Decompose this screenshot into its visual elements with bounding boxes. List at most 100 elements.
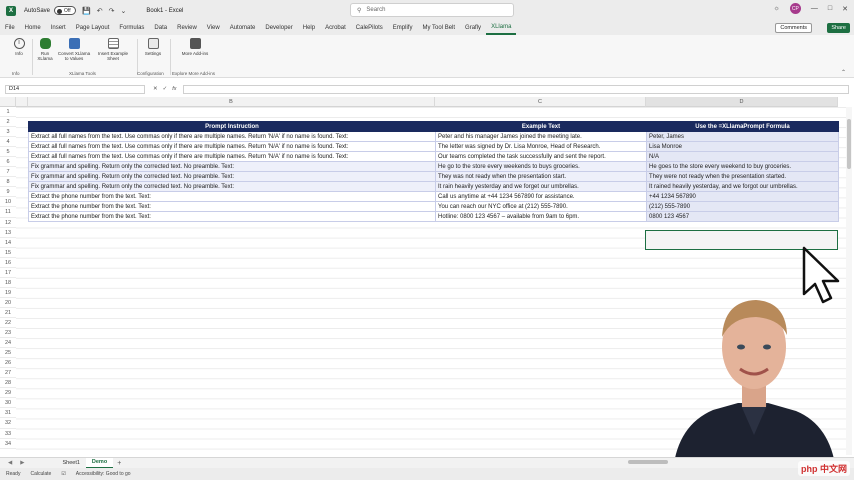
- comments-button[interactable]: Comments: [775, 23, 812, 33]
- name-box[interactable]: D14: [5, 84, 145, 94]
- row-header[interactable]: 8: [0, 177, 16, 188]
- prompt-cell[interactable]: Extract the phone number from the text. …: [28, 201, 436, 213]
- prompt-cell[interactable]: Extract all full names from the text. Us…: [28, 141, 436, 153]
- sheet-tab-sheet1[interactable]: Sheet1: [56, 458, 85, 469]
- row-header[interactable]: 4: [0, 137, 16, 148]
- column-header-b[interactable]: B: [28, 97, 435, 107]
- prompt-cell[interactable]: Extract the phone number from the text. …: [28, 211, 436, 223]
- vertical-scrollbar[interactable]: [846, 107, 852, 455]
- example-cell[interactable]: The letter was signed by Dr. Lisa Monroe…: [435, 141, 647, 153]
- tab-insert[interactable]: Insert: [46, 21, 71, 35]
- row-header[interactable]: 34: [0, 439, 16, 449]
- row-header[interactable]: 19: [0, 288, 16, 298]
- row-header[interactable]: 18: [0, 278, 16, 288]
- tab-my-tool-belt[interactable]: My Tool Belt: [417, 21, 460, 35]
- more-addins-button[interactable]: More Add-ins: [180, 38, 210, 56]
- row-header[interactable]: 33: [0, 429, 16, 439]
- header-formula-result[interactable]: Use the =XLlamaPrompt Formula: [646, 121, 839, 132]
- row-header[interactable]: 10: [0, 197, 16, 208]
- avatar[interactable]: CP: [789, 3, 801, 14]
- row-header[interactable]: 3: [0, 127, 16, 138]
- row-header[interactable]: 15: [0, 248, 16, 258]
- column-header-c[interactable]: C: [435, 97, 646, 107]
- tab-automate[interactable]: Automate: [225, 21, 261, 35]
- tab-page-layout[interactable]: Page Layout: [71, 21, 115, 35]
- row-header[interactable]: 14: [0, 238, 16, 248]
- tab-developer[interactable]: Developer: [260, 21, 297, 35]
- search-box[interactable]: ⚲ Search: [350, 3, 514, 17]
- settings-button[interactable]: Settings: [141, 38, 165, 56]
- tab-xllama[interactable]: XLlama: [486, 21, 517, 35]
- status-accessibility[interactable]: Accessibility: Good to go: [76, 471, 131, 477]
- column-header-a[interactable]: [16, 97, 28, 107]
- row-header[interactable]: 21: [0, 308, 16, 318]
- undo-icon[interactable]: ↶: [97, 7, 103, 15]
- row-header[interactable]: 32: [0, 418, 16, 429]
- minimize-icon[interactable]: —: [811, 5, 818, 12]
- row-header[interactable]: 16: [0, 258, 16, 268]
- tab-formulas[interactable]: Formulas: [114, 21, 149, 35]
- row-header[interactable]: 25: [0, 348, 16, 359]
- row-header[interactable]: 30: [0, 398, 16, 409]
- status-calculate[interactable]: Calculate: [30, 471, 51, 477]
- save-icon[interactable]: 💾: [82, 7, 91, 15]
- convert-xllama-button[interactable]: Convert XLlama to Values: [57, 38, 91, 62]
- close-icon[interactable]: ✕: [842, 5, 848, 13]
- header-example-text[interactable]: Example Text: [435, 121, 647, 132]
- prompt-cell[interactable]: Fix grammar and spelling. Return only th…: [28, 161, 436, 173]
- row-header[interactable]: 12: [0, 218, 16, 228]
- next-sheet-icon[interactable]: ▶: [20, 460, 24, 466]
- autosave-toggle[interactable]: Off: [54, 6, 77, 15]
- row-header[interactable]: 5: [0, 147, 16, 158]
- example-cell[interactable]: Call us anytime at +44 1234 567890 for a…: [435, 191, 647, 203]
- formula-input[interactable]: [182, 84, 849, 94]
- prompt-cell[interactable]: Fix grammar and spelling. Return only th…: [28, 181, 436, 193]
- lightbulb-icon[interactable]: ☼: [773, 5, 779, 12]
- tab-calepilots[interactable]: CalePilots: [351, 21, 388, 35]
- tab-home[interactable]: Home: [20, 21, 46, 35]
- example-cell[interactable]: Hotline: 0800 123 4567 – available from …: [435, 211, 647, 223]
- info-button[interactable]: i Info: [10, 38, 28, 56]
- row-header[interactable]: 7: [0, 167, 16, 178]
- vertical-scroll-thumb[interactable]: [847, 119, 851, 169]
- row-header[interactable]: 2: [0, 117, 16, 128]
- row-header[interactable]: 6: [0, 157, 16, 168]
- tab-file[interactable]: File: [0, 21, 20, 35]
- example-cell[interactable]: It rain heavily yesterday and we forget …: [435, 181, 647, 193]
- select-all-corner[interactable]: [0, 97, 16, 107]
- result-cell[interactable]: N/A: [646, 151, 839, 163]
- horizontal-scroll-thumb[interactable]: [628, 460, 668, 464]
- row-header[interactable]: 17: [0, 268, 16, 278]
- result-cell[interactable]: 0800 123 4567: [646, 211, 839, 223]
- row-header[interactable]: 22: [0, 318, 16, 329]
- maximize-icon[interactable]: □: [828, 5, 832, 12]
- cancel-icon[interactable]: ✕: [153, 86, 158, 92]
- prompt-cell[interactable]: Extract all full names from the text. Us…: [28, 130, 436, 143]
- tab-emplify[interactable]: Emplify: [388, 21, 418, 35]
- header-prompt-instruction[interactable]: Prompt Instruction: [28, 121, 436, 132]
- run-xllama-button[interactable]: Run XLlama: [35, 38, 55, 62]
- prompt-cell[interactable]: Fix grammar and spelling. Return only th…: [28, 171, 436, 183]
- row-header[interactable]: 23: [0, 328, 16, 339]
- row-header[interactable]: 11: [0, 207, 16, 218]
- result-cell[interactable]: Peter, James: [646, 130, 839, 143]
- prompt-cell[interactable]: Extract the phone number from the text. …: [28, 191, 436, 203]
- collapse-ribbon-icon[interactable]: ⌃: [841, 69, 846, 76]
- prompt-cell[interactable]: Extract all full names from the text. Us…: [28, 151, 436, 163]
- row-header[interactable]: 28: [0, 378, 16, 389]
- enter-icon[interactable]: ✓: [163, 86, 168, 92]
- row-header[interactable]: 27: [0, 368, 16, 379]
- example-cell[interactable]: Peter and his manager James joined the m…: [435, 130, 647, 143]
- row-header[interactable]: 20: [0, 298, 16, 308]
- fx-icon[interactable]: fx: [172, 86, 176, 92]
- tab-grafly[interactable]: Grafly: [460, 21, 486, 35]
- row-header[interactable]: 29: [0, 388, 16, 399]
- result-cell[interactable]: Lisa Monroe: [646, 141, 839, 153]
- insert-example-sheet-button[interactable]: Insert Example Sheet: [95, 38, 131, 62]
- row-header[interactable]: 9: [0, 187, 16, 198]
- row-header[interactable]: 1: [0, 107, 16, 118]
- result-cell[interactable]: +44 1234 567890: [646, 191, 839, 203]
- share-button[interactable]: Share: [827, 23, 850, 33]
- customize-qa-icon[interactable]: ⌄: [121, 7, 127, 15]
- example-cell[interactable]: Our teams completed the task successfull…: [435, 151, 647, 163]
